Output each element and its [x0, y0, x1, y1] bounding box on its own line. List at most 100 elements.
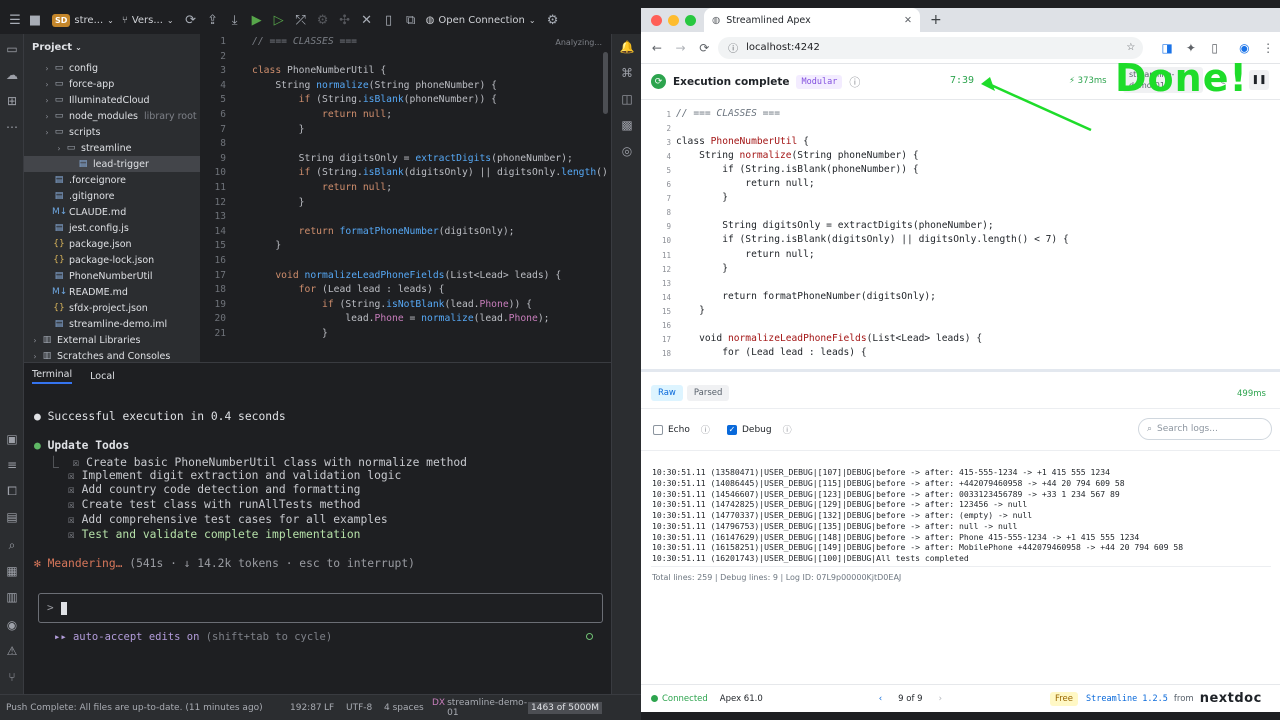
open-connection-button[interactable]: ◍ Open Connection ⌄ — [426, 15, 536, 26]
tree-item[interactable]: {} package-lock.json — [24, 252, 200, 268]
org-connection[interactable]: DX streamline-demo-01 — [432, 698, 528, 718]
browser-tab[interactable]: ◍ Streamlined Apex ✕ — [704, 8, 920, 32]
stop-icon[interactable]: ■ — [28, 9, 42, 31]
anon-apex-icon[interactable]: ▤ — [0, 504, 24, 530]
tab-raw[interactable]: Raw — [651, 385, 683, 401]
site-info-icon[interactable]: ⓘ — [728, 40, 738, 55]
search-icon[interactable]: ⌕ — [0, 532, 24, 558]
cursor-position[interactable]: 192:87 — [290, 703, 324, 713]
maximize-window-icon[interactable] — [685, 14, 696, 26]
tree-item[interactable]: › ▭ streamline — [24, 140, 200, 156]
indent-setting[interactable]: 4 spaces — [384, 703, 432, 713]
tree-item[interactable]: M↓ README.md — [24, 284, 200, 300]
list-icon[interactable]: ≡ — [0, 452, 24, 478]
git-icon[interactable]: ⑂ — [0, 664, 24, 690]
hamburger-menu-icon[interactable]: ☰ — [8, 9, 22, 31]
address-bar[interactable]: ⓘ localhost:4242 ☆ — [718, 36, 1144, 59]
deploy-tool-icon[interactable]: ⧠ — [0, 478, 24, 504]
close-window-icon[interactable] — [651, 14, 662, 26]
prev-page-icon[interactable]: ‹ — [879, 694, 882, 704]
problems-icon[interactable]: ⚠ — [0, 638, 24, 664]
line-ending[interactable]: LF — [324, 703, 346, 713]
back-icon[interactable]: ← — [645, 36, 669, 60]
services-icon[interactable]: ◉ — [0, 612, 24, 638]
code-viewer[interactable]: 1 // === CLASSES === 2 3 class PhoneNumberUt… — [641, 102, 1280, 372]
tree-item[interactable]: {} package.json — [24, 236, 200, 252]
close-icon[interactable]: ✕ — [356, 9, 378, 31]
kebab-menu-icon[interactable]: ⋮ — [1256, 36, 1280, 60]
new-tab-icon[interactable]: + — [930, 12, 942, 28]
info-icon[interactable]: ⓘ — [849, 74, 860, 90]
editor-scrollbar[interactable] — [603, 52, 608, 114]
log-icon[interactable]: ▥ — [0, 584, 24, 610]
debug-checkbox[interactable]: ✓ — [727, 424, 737, 435]
tree-item[interactable]: ▤ jest.config.js — [24, 220, 200, 236]
tree-item[interactable]: M↓ CLAUDE.md — [24, 204, 200, 220]
code-line: String normalize(String phoneNumber) { — [676, 150, 919, 162]
tree-item[interactable]: ▤ .forceignore — [24, 172, 200, 188]
code-editor[interactable]: Analyzing... 1 // === CLASSES === 2 3 class … — [200, 34, 610, 346]
pause-icon[interactable]: ❚❚ — [1249, 70, 1269, 90]
info-icon[interactable]: ⓘ — [783, 423, 792, 436]
encoding[interactable]: UTF-8 — [346, 703, 384, 713]
tree-item[interactable]: › ▭ force-app — [24, 76, 200, 92]
project-panel-header[interactable]: Project ⌄ — [24, 34, 200, 60]
schema-icon[interactable]: ▦ — [0, 558, 24, 584]
plan-badge[interactable]: Free — [1049, 691, 1079, 706]
database-icon[interactable]: ◫ — [612, 86, 641, 112]
reload-icon[interactable]: ⟳ — [692, 36, 716, 60]
tree-item[interactable]: › ▥ Scratches and Consoles — [24, 348, 200, 362]
project-selector[interactable]: SD stre... ⌄ — [52, 13, 114, 27]
echo-toggle[interactable]: Echo ⓘ — [653, 423, 710, 436]
tree-item[interactable]: › ▥ External Libraries — [24, 332, 200, 348]
debug-toggle[interactable]: ✓ Debug ⓘ — [727, 423, 792, 436]
download-icon[interactable]: ⤓ — [224, 9, 246, 31]
deploy-icon[interactable]: ⚙ — [312, 9, 334, 31]
plugin-icon[interactable]: ▩ — [612, 112, 641, 138]
bookmark-star-icon[interactable]: ☆ — [1126, 42, 1135, 53]
structure-icon[interactable]: ⊞ — [0, 88, 24, 114]
tree-item[interactable]: ▤ lead-trigger — [24, 156, 200, 172]
cloud-icon[interactable]: ☁ — [0, 62, 24, 88]
terminal-icon[interactable]: ▣ — [0, 426, 24, 452]
tree-item[interactable]: {} sfdx-project.json — [24, 300, 200, 316]
log-search-input[interactable]: ⌕ Search logs... — [1138, 418, 1272, 440]
tree-item[interactable]: › ▭ IlluminatedCloud — [24, 92, 200, 108]
memory-indicator[interactable]: 1463 of 5000M — [528, 701, 602, 714]
brand-logo[interactable]: nextdoc — [1200, 691, 1262, 706]
vcs-selector[interactable]: ⑂ Vers... ⌄ — [122, 15, 174, 26]
sync-icon[interactable]: ⟳ — [180, 9, 202, 31]
terminal-prompt-input[interactable]: > — [38, 593, 603, 623]
debug-icon[interactable]: ✣ — [334, 9, 356, 31]
run-icon[interactable]: ▶ — [246, 9, 268, 31]
ai-assistant-icon[interactable]: ◎ — [612, 138, 641, 164]
run-all-icon[interactable]: ▷ — [268, 9, 290, 31]
gear-icon[interactable]: ⚙ — [542, 9, 564, 31]
tab-terminal[interactable]: Terminal — [32, 369, 73, 384]
tree-item[interactable]: ▤ .gitignore — [24, 188, 200, 204]
notifications-icon[interactable]: 🔔 — [612, 34, 641, 60]
tree-item[interactable]: ▤ PhoneNumberUtil — [24, 268, 200, 284]
tree-item[interactable]: › ▭ config — [24, 60, 200, 76]
folder-icon[interactable]: ▭ — [0, 36, 24, 62]
forward-icon[interactable]: → — [669, 36, 693, 60]
next-page-icon[interactable]: › — [939, 694, 942, 704]
close-tab-icon[interactable]: ✕ — [904, 15, 912, 26]
tree-item[interactable]: ▤ streamline-demo.iml — [24, 316, 200, 332]
echo-checkbox[interactable] — [653, 424, 663, 435]
mode-badge[interactable]: Modular — [796, 74, 843, 89]
upload-icon[interactable]: ⇪ — [202, 9, 224, 31]
chat-icon[interactable]: ⌘ — [612, 60, 641, 86]
minimize-window-icon[interactable] — [668, 14, 679, 26]
info-icon[interactable]: ⓘ — [701, 423, 710, 436]
tree-item[interactable]: › ▭ scripts — [24, 124, 200, 140]
split-icon[interactable]: ▯ — [378, 9, 400, 31]
tab-local[interactable]: Local — [90, 371, 115, 382]
merge-icon[interactable]: ⤱ — [290, 9, 312, 31]
status-message[interactable]: Push Complete: All files are up-to-date.… — [6, 703, 286, 713]
tab-parsed[interactable]: Parsed — [686, 385, 730, 401]
terminal-panel[interactable]: Terminal Local ● Successful execution in… — [24, 362, 611, 694]
tree-item[interactable]: › ▭ node_modules library root — [24, 108, 200, 124]
more-icon[interactable]: ⋯ — [0, 114, 24, 140]
copy-icon[interactable]: ⧉ — [400, 9, 422, 31]
